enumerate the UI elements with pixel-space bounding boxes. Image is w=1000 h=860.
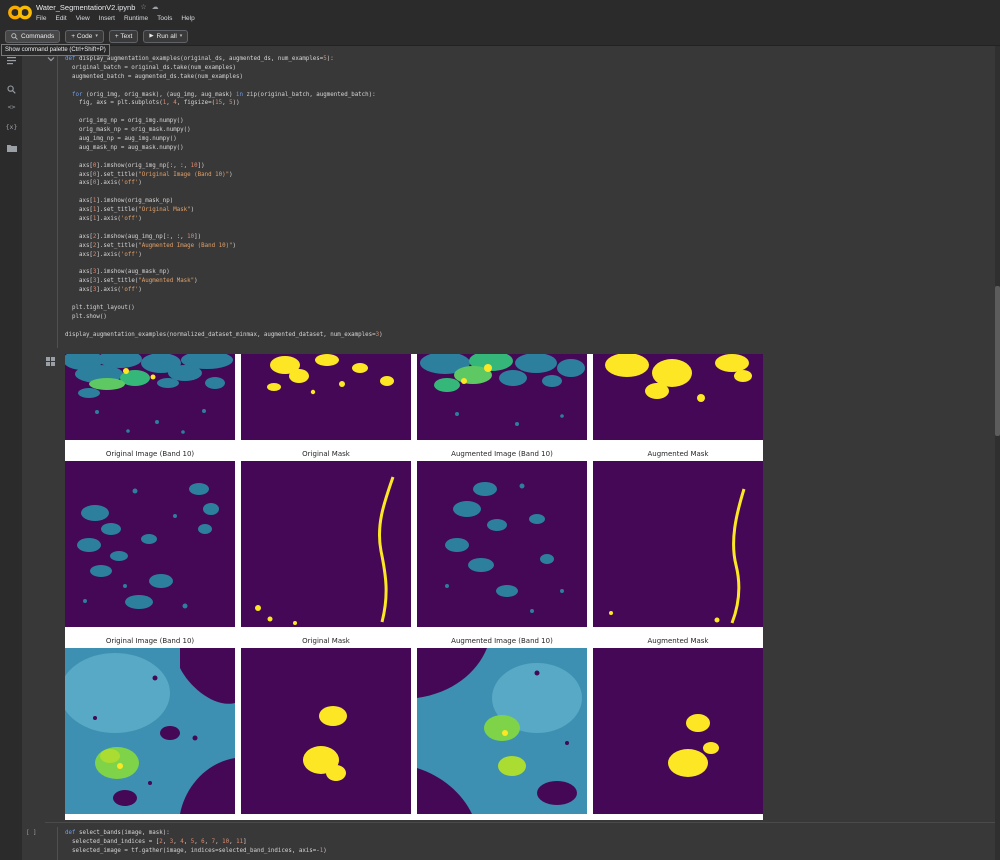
app-chrome: Water_SegmentationV2.ipynb ☆ ☁ File Edit… — [0, 0, 1000, 46]
star-icon[interactable]: ☆ — [140, 4, 146, 12]
fig3-augmented-image — [417, 648, 587, 814]
fig2-original-mask — [241, 461, 411, 627]
fig2-augmented-image — [417, 461, 587, 627]
matplotlib-figure-3: Original Image (Band 10) Original Mask A… — [65, 634, 763, 820]
fig3-augmented-mask — [593, 648, 763, 814]
scrollbar-thumb[interactable] — [995, 286, 1000, 436]
colab-logo-icon[interactable] — [7, 4, 33, 21]
plot-title: Augmented Image (Band 10) — [451, 637, 553, 645]
menu-insert[interactable]: Insert — [99, 15, 115, 22]
add-text-button[interactable]: + Text — [108, 29, 139, 43]
cell-separator — [45, 822, 1000, 823]
cell-collapse-icon[interactable] — [47, 55, 55, 63]
find-icon[interactable] — [5, 83, 18, 95]
title-area: Water_SegmentationV2.ipynb ☆ ☁ — [36, 3, 159, 12]
code-snippets-icon[interactable]: <> — [5, 101, 18, 113]
menu-view[interactable]: View — [76, 15, 90, 22]
run-all-button[interactable]: ▶ Run all ▾ — [143, 29, 189, 43]
plot-title: Augmented Mask — [647, 637, 709, 645]
matplotlib-figure-2: Original Image (Band 10) Original Mask A… — [65, 447, 763, 634]
left-sidebar: <> {x} — [0, 46, 22, 860]
run-all-label: Run all — [156, 32, 177, 40]
colab-app: { "header": { "title": "Water_Segmentati… — [0, 0, 1000, 860]
cell-border — [57, 52, 58, 348]
plot-title: Original Image (Band 10) — [105, 637, 195, 645]
menu-edit[interactable]: Edit — [55, 15, 66, 22]
fig3-original-image — [65, 648, 235, 814]
search-icon — [11, 32, 18, 40]
commands-button[interactable]: Commands — [5, 29, 61, 43]
fig2-original-image — [65, 461, 235, 627]
cell2-border — [57, 827, 58, 860]
fig1-augmented-mask — [593, 354, 763, 440]
menu-bar: File Edit View Insert Runtime Tools Help — [36, 15, 195, 22]
menu-runtime[interactable]: Runtime — [124, 15, 148, 22]
cell-output: Original Image (Band 10) Original Mask A… — [65, 354, 763, 820]
plot-title: Augmented Mask — [647, 450, 709, 458]
matplotlib-figure-1 — [65, 354, 763, 447]
play-icon: ▶ — [149, 33, 154, 39]
code-editor[interactable]: def display_augmentation_examples(origin… — [65, 55, 383, 340]
caret-down-icon: ▾ — [95, 33, 98, 39]
toolbar: Commands + Code ▾ + Text ▶ Run all ▾ — [0, 26, 1000, 46]
notebook-title[interactable]: Water_SegmentationV2.ipynb — [36, 3, 135, 12]
add-code-button[interactable]: + Code ▾ — [65, 29, 104, 43]
cloud-saved-icon: ☁ — [151, 3, 159, 11]
fig3-original-mask — [241, 648, 411, 814]
output-options-icon[interactable] — [46, 357, 55, 366]
fig1-original-image — [65, 354, 235, 440]
plot-title: Augmented Image (Band 10) — [451, 450, 553, 458]
run-cell-button[interactable]: [ ] — [26, 830, 36, 836]
fig1-augmented-image — [417, 354, 587, 440]
files-icon[interactable] — [5, 142, 18, 154]
plot-title: Original Image (Band 10) — [105, 450, 195, 458]
commands-label: Commands — [21, 32, 55, 40]
menu-file[interactable]: File — [36, 15, 46, 22]
add-text-label: + Text — [114, 32, 133, 40]
plot-title: Original Mask — [302, 637, 350, 645]
menu-help[interactable]: Help — [181, 15, 194, 22]
menu-tools[interactable]: Tools — [157, 15, 172, 22]
variables-icon[interactable]: {x} — [5, 121, 18, 133]
command-palette-tooltip: Show command palette (Ctrl+Shift+P) — [1, 44, 110, 56]
scrollbar-track[interactable] — [995, 46, 1000, 860]
caret-down-icon: ▾ — [179, 33, 183, 39]
add-code-label: + Code — [71, 32, 93, 40]
code-editor-2[interactable]: def select_bands(image, mask): selected_… — [65, 829, 327, 856]
plot-title: Original Mask — [302, 450, 350, 458]
fig1-original-mask — [241, 354, 411, 440]
toc-icon[interactable] — [5, 55, 18, 67]
fig2-augmented-mask — [593, 461, 763, 627]
